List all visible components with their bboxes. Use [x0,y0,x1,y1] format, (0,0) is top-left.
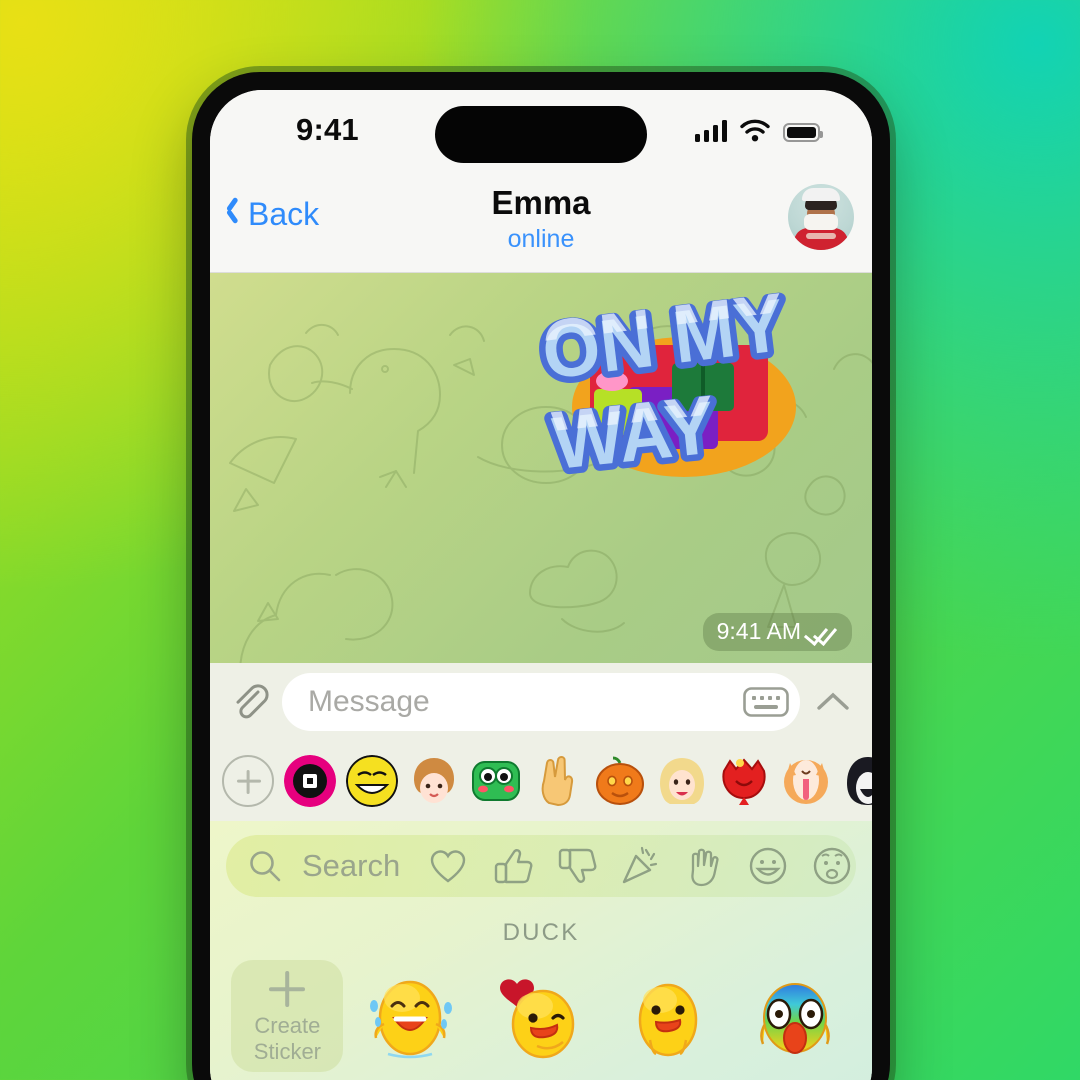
sticker-search-bar[interactable]: Search [226,835,856,897]
sticker-section-title: DUCK [502,919,580,946]
sticker-duck-plain[interactable] [604,957,731,1075]
chevron-up-icon[interactable] [810,679,856,725]
status-bar-time: 9:41 [296,112,359,147]
search-icon [250,851,281,882]
message-input-field[interactable]: Message [282,673,800,731]
timestamp-text: 9:41 AM [716,618,801,644]
pumpkin-icon[interactable] [594,755,646,807]
chat-nav-bar: Back Emma online [210,166,872,273]
status-bar-icons [694,114,823,142]
create-sticker-label-2: Sticker [253,1039,322,1064]
red-devil-icon[interactable] [718,755,770,807]
blonde-woman-icon[interactable] [656,755,708,807]
back-button-label: Back [248,196,320,232]
battery-full-icon [783,123,823,142]
dynamic-island [435,106,647,163]
waving-hand-icon[interactable] [682,844,726,888]
chevron-left-icon [226,202,241,228]
grinning-face-icon[interactable] [746,844,790,888]
sticker-pack-row[interactable] [210,741,872,821]
back-button[interactable]: Back [226,196,319,233]
create-sticker-label-1: Create [254,1013,321,1039]
squid-game-icon[interactable] [284,755,336,807]
paperclip-icon[interactable] [226,679,272,725]
keyboard-icon[interactable] [742,684,790,720]
cat-tongue-icon[interactable] [780,755,832,807]
on-my-way-sticker: ON MY WAY ON MY WAY ON MY WAY [532,289,796,491]
green-frog-icon[interactable] [470,755,522,807]
message-timestamp: 9:41 AM [702,613,852,651]
cellular-bars-icon [694,120,727,142]
phone-frame: 9:41 Back Emma online ON MY WAY ON MY WA… [192,72,890,1080]
search-input-placeholder: Search [302,848,401,883]
create-sticker-tile[interactable]: Create Sticker [224,957,351,1075]
contact-avatar[interactable] [788,184,854,250]
yellow-grin-face-icon[interactable] [346,755,398,807]
worried-face-icon[interactable] [810,844,854,888]
thumbs-down-icon[interactable] [554,844,598,888]
hooded-figure-icon[interactable] [842,755,872,807]
message-input-placeholder: Message [308,685,430,718]
status-bar: 9:41 [210,90,872,166]
sticker-message[interactable]: ON MY WAY ON MY WAY ON MY WAY [532,289,822,519]
double-check-icon [809,622,839,641]
sticker-duck-laughing-sweat[interactable] [351,957,478,1075]
wifi-icon [740,119,770,142]
boy-face-icon[interactable] [408,755,460,807]
heart-icon[interactable] [426,844,470,888]
peace-hand-icon[interactable] [532,755,584,807]
message-input-bar: Message [210,663,872,741]
thumbs-up-icon[interactable] [490,844,534,888]
sticker-duck-wink-heart[interactable] [478,957,605,1075]
sticker-panel: Search DUCK Create Sticker [210,821,872,1080]
sticker-duck-screaming[interactable] [731,957,858,1075]
party-popper-icon[interactable] [618,844,662,888]
sticker-grid: Create Sticker [210,957,872,1080]
phone-screen: 9:41 Back Emma online ON MY WAY ON MY WA… [210,90,872,1080]
add-pack-icon[interactable] [222,755,274,807]
plus-icon [265,967,309,1011]
chat-message-area: ON MY WAY ON MY WAY ON MY WAY 9:41 AM [210,273,872,663]
